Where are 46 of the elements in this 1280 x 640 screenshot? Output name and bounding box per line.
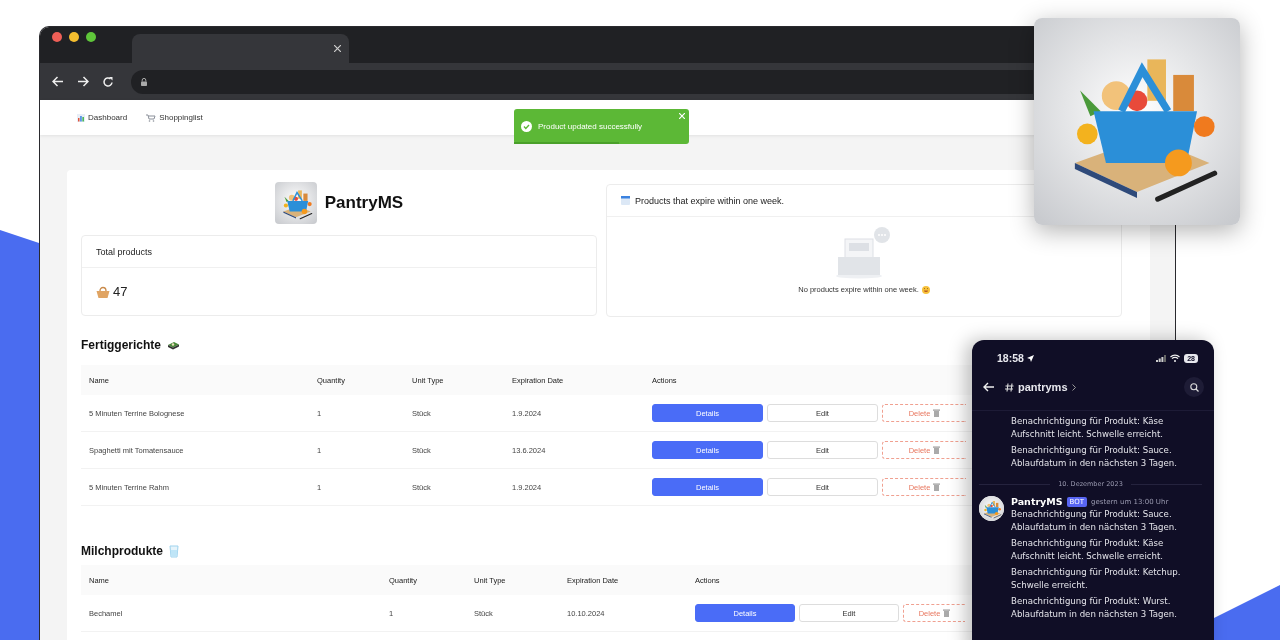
smiley-icon	[921, 285, 930, 294]
search-button[interactable]	[1184, 377, 1204, 397]
section-heading: Fertiggerichte	[81, 338, 161, 352]
chat-message: Benachrichtigung für Produkt: Wurst. Ablaufdatum in den nächsten 3 Tagen.	[1011, 595, 1178, 621]
cart-icon	[146, 113, 157, 122]
nav-link[interactable]: Dashboard	[77, 113, 128, 122]
calendar-icon	[621, 196, 630, 205]
signal-icon	[1156, 354, 1167, 362]
chat-message: Benachrichtigung für Produkt: Sauce. Ablaufdatum in den nächsten 3 Tagen.	[1011, 444, 1178, 470]
close-window-button[interactable]	[52, 31, 62, 42]
status-time: 18:58	[997, 352, 1024, 364]
basket-icon	[96, 285, 110, 298]
chat-message: Benachrichtigung für Produkt: Käse Aufschnitt leicht. Schwelle erreicht.	[1011, 415, 1165, 441]
section-heading: Milchprodukte	[81, 544, 163, 558]
channel-name[interactable]: pantryms	[1018, 381, 1068, 393]
message-author: PantryMS	[1011, 496, 1063, 507]
glass-icon	[169, 544, 179, 558]
toast-message: Product updated successfully	[538, 122, 643, 131]
lock-icon	[141, 77, 147, 86]
trash-icon	[933, 409, 941, 417]
chevron-icon	[1071, 383, 1076, 391]
search-icon	[1189, 382, 1199, 392]
bento-box-icon	[167, 340, 180, 350]
minimize-window-button[interactable]	[69, 31, 79, 42]
close-icon[interactable]	[334, 45, 341, 52]
reload-icon[interactable]	[102, 75, 114, 88]
maximize-window-button[interactable]	[86, 31, 96, 42]
hashtag-icon	[1005, 382, 1014, 392]
app-title: PantryMS	[324, 193, 404, 213]
trash-icon	[933, 483, 941, 491]
chat-message: Benachrichtigung für Produkt: Sauce. Ablaufdatum in den nächsten 3 Tagen.	[1011, 508, 1178, 534]
product-count: 47	[113, 284, 128, 299]
trash-icon	[933, 446, 941, 454]
chat-message: Benachrichtigung für Produkt: Käse Aufschnitt leicht. Schwelle erreicht.	[1011, 537, 1165, 563]
wifi-icon	[1170, 354, 1181, 362]
trash-icon	[943, 609, 951, 617]
back-icon[interactable]	[52, 76, 64, 87]
back-icon[interactable]	[983, 382, 995, 392]
empty-inbox-icon	[835, 227, 893, 279]
card-title: Total products	[96, 246, 153, 257]
check-circle-icon	[521, 121, 532, 132]
bar-chart-icon	[77, 113, 85, 122]
forward-icon[interactable]	[77, 76, 89, 87]
nav-link[interactable]: Shoppinglist	[146, 113, 203, 122]
location-arrow-icon	[1026, 354, 1034, 362]
card-title: Products that expire within one week.	[635, 195, 785, 206]
